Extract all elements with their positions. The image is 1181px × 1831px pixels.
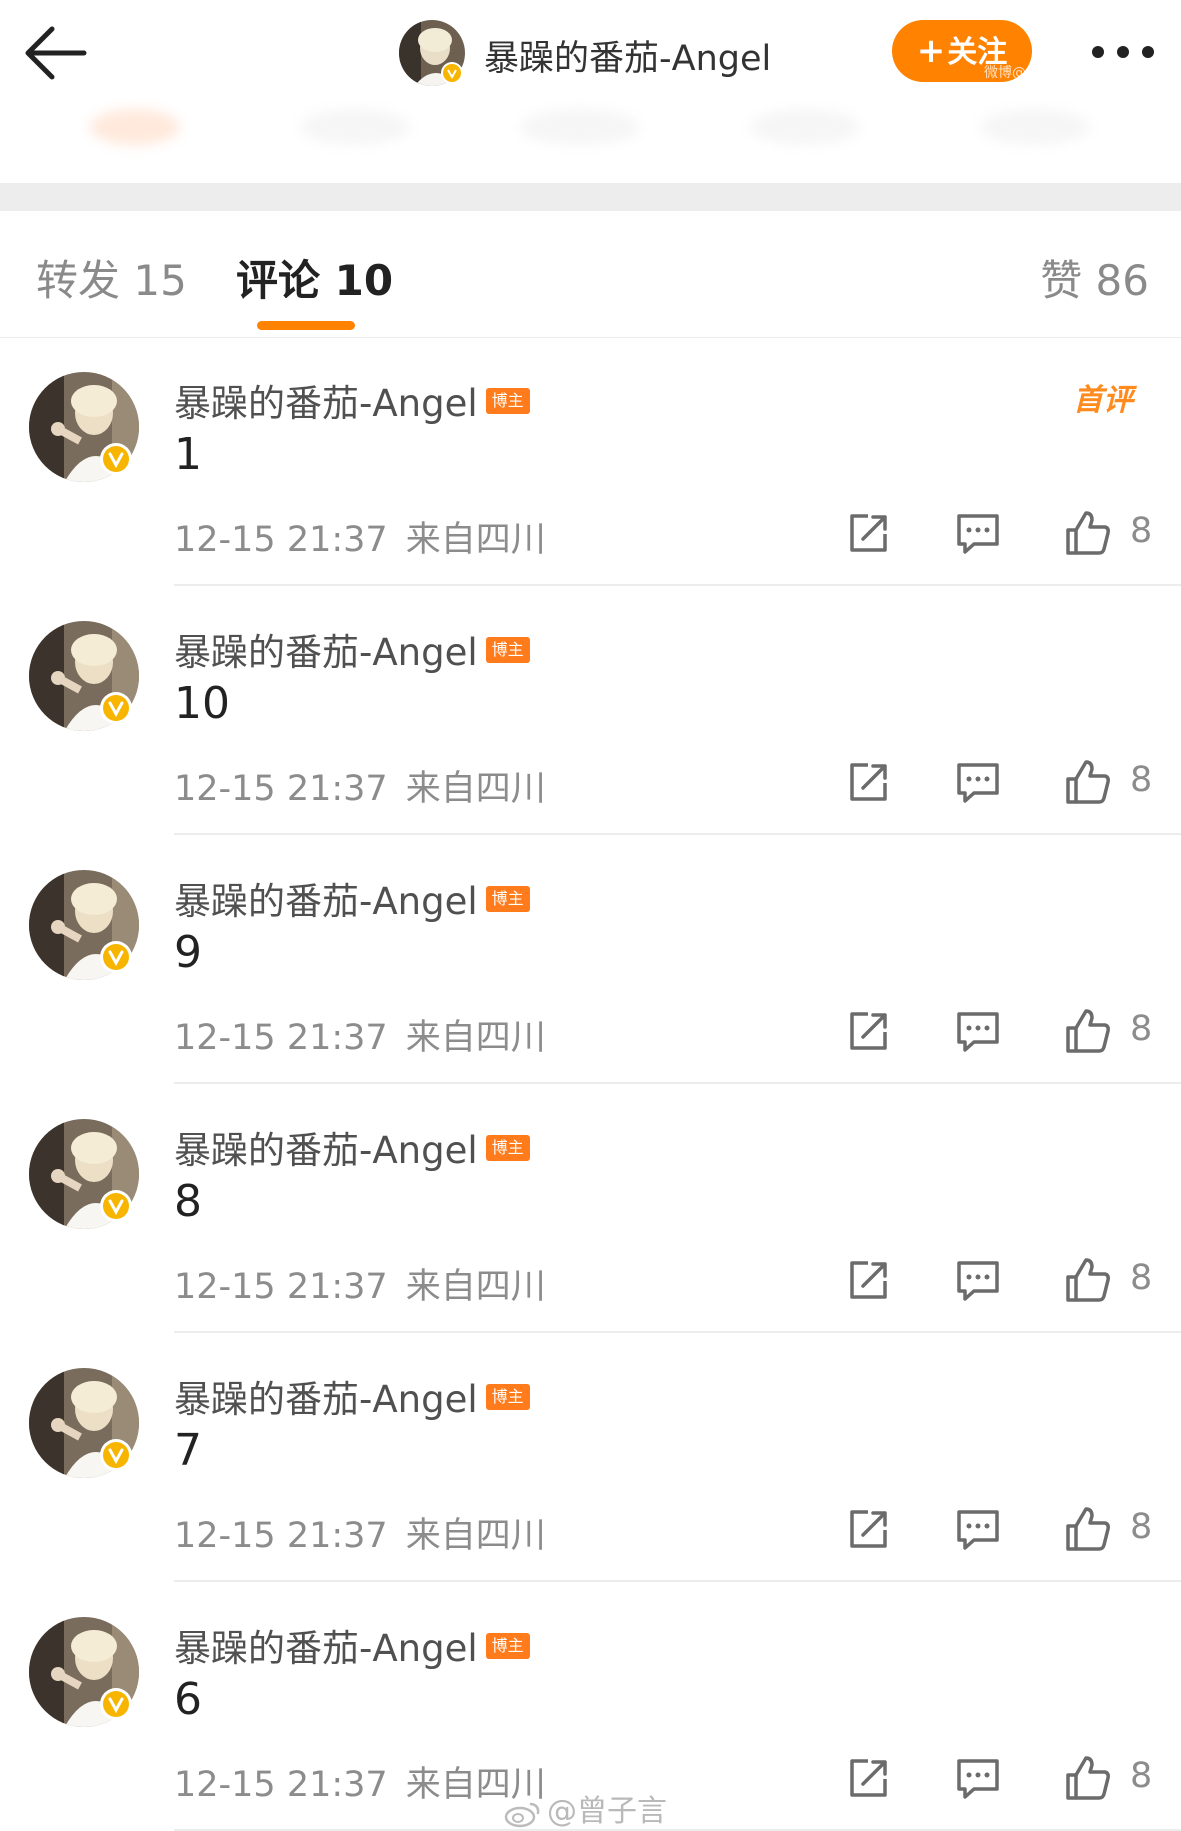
commenter-name[interactable]: 暴躁的番茄-Angel 博主	[174, 622, 530, 676]
comment-meta: 12-15 21:37 来自四川	[174, 1756, 546, 1807]
active-tab-indicator	[257, 321, 355, 330]
commenter-name[interactable]: 暴躁的番茄-Angel 博主	[174, 1618, 530, 1672]
comment-location: 来自四川	[405, 1516, 546, 1556]
comment-item: 暴躁的番茄-Angel 博主 首评 1 12-15 21:37 来自四川 8	[0, 337, 1181, 586]
top-bar: 暴躁的番茄-Angel +关注 微博@	[0, 0, 1181, 116]
comment-item: 暴躁的番茄-Angel 博主 10 12-15 21:37 来自四川 8	[0, 586, 1181, 835]
comment-location: 来自四川	[405, 1267, 546, 1307]
commenter-name-text: 暴躁的番茄-Angel	[174, 382, 478, 425]
comment-date: 12-15 21:37	[174, 1516, 388, 1556]
tab-likes[interactable]: 赞 86	[1040, 247, 1149, 308]
weibo-logo-icon	[504, 1802, 540, 1827]
author-badge: 博主	[485, 885, 530, 912]
comment-date: 12-15 21:37	[174, 769, 388, 809]
plus-icon: +	[916, 31, 946, 71]
comment-location: 来自四川	[405, 520, 546, 560]
comment-date: 12-15 21:37	[174, 1765, 388, 1805]
thumbs-up-icon[interactable]	[1064, 1256, 1112, 1304]
share-icon[interactable]	[844, 1007, 892, 1055]
like-count: 8	[1130, 1756, 1153, 1796]
comment-item: 暴躁的番茄-Angel 博主 7 12-15 21:37 来自四川 8	[0, 1333, 1181, 1582]
author-badge: 博主	[485, 387, 530, 414]
commenter-name[interactable]: 暴躁的番茄-Angel 博主	[174, 373, 530, 427]
commenter-name-text: 暴躁的番茄-Angel	[174, 1378, 478, 1421]
comment-location: 来自四川	[405, 1018, 546, 1058]
commenter-avatar[interactable]	[28, 1616, 140, 1728]
like-count: 8	[1130, 1507, 1153, 1547]
thumbs-up-icon[interactable]	[1064, 1505, 1112, 1553]
commenter-name[interactable]: 暴躁的番茄-Angel 博主	[174, 1120, 530, 1174]
like-count: 8	[1130, 760, 1153, 800]
comment-item: 暴躁的番茄-Angel 博主 8 12-15 21:37 来自四川 8	[0, 1084, 1181, 1333]
comment-text: 7	[174, 1425, 202, 1476]
more-options-icon[interactable]	[1088, 32, 1158, 72]
comment-meta: 12-15 21:37 来自四川	[174, 760, 546, 811]
tab-comments[interactable]: 评论 10	[236, 247, 393, 308]
follow-watermark: 微博@	[984, 65, 1026, 81]
section-divider	[0, 183, 1181, 211]
comment-icon[interactable]	[954, 1007, 1002, 1055]
author-badge: 博主	[485, 1632, 530, 1659]
author-badge: 博主	[485, 1383, 530, 1410]
thumbs-up-icon[interactable]	[1064, 1754, 1112, 1802]
commenter-name-text: 暴躁的番茄-Angel	[174, 880, 478, 923]
comment-text: 1	[174, 429, 202, 480]
commenter-name-text: 暴躁的番茄-Angel	[174, 1129, 478, 1172]
comment-location: 来自四川	[405, 769, 546, 809]
comment-text: 9	[174, 927, 202, 978]
follow-button[interactable]: +关注 微博@	[892, 20, 1032, 82]
share-icon[interactable]	[844, 758, 892, 806]
author-badge: 博主	[485, 636, 530, 663]
thumbs-up-icon[interactable]	[1064, 758, 1112, 806]
share-icon[interactable]	[844, 1256, 892, 1304]
thumbs-up-icon[interactable]	[1064, 509, 1112, 557]
comment-icon[interactable]	[954, 1754, 1002, 1802]
faded-reaction-strip	[0, 109, 1181, 183]
header-title: 暴躁的番茄-Angel	[484, 39, 772, 79]
thumbs-up-icon[interactable]	[1064, 1007, 1112, 1055]
like-count: 8	[1130, 1258, 1153, 1298]
comment-text: 10	[174, 678, 230, 729]
share-icon[interactable]	[844, 1505, 892, 1553]
comment-icon[interactable]	[954, 1505, 1002, 1553]
header-avatar[interactable]	[397, 18, 467, 88]
share-icon[interactable]	[844, 509, 892, 557]
commenter-avatar[interactable]	[28, 371, 140, 483]
comment-meta: 12-15 21:37 来自四川	[174, 1507, 546, 1558]
share-icon[interactable]	[844, 1754, 892, 1802]
like-count: 8	[1130, 1009, 1153, 1049]
author-badge: 博主	[485, 1134, 530, 1161]
like-count: 8	[1130, 511, 1153, 551]
watermark: @曾子言	[503, 1786, 667, 1830]
watermark-text: @曾子言	[547, 1794, 667, 1829]
comment-meta: 12-15 21:37 来自四川	[174, 511, 546, 562]
comment-meta: 12-15 21:37 来自四川	[174, 1009, 546, 1060]
commenter-name-text: 暴躁的番茄-Angel	[174, 631, 478, 674]
commenter-avatar[interactable]	[28, 1367, 140, 1479]
commenter-name[interactable]: 暴躁的番茄-Angel 博主	[174, 871, 530, 925]
first-comment-tag: 首评	[1073, 383, 1133, 418]
comment-item: 暴躁的番茄-Angel 博主 9 12-15 21:37 来自四川 8	[0, 835, 1181, 1084]
comment-text: 8	[174, 1176, 202, 1227]
comment-meta: 12-15 21:37 来自四川	[174, 1258, 546, 1309]
commenter-name-text: 暴躁的番茄-Angel	[174, 1627, 478, 1670]
comment-date: 12-15 21:37	[174, 1018, 388, 1058]
comment-date: 12-15 21:37	[174, 1267, 388, 1307]
comment-icon[interactable]	[954, 758, 1002, 806]
tab-reposts[interactable]: 转发 15	[36, 247, 187, 308]
comment-date: 12-15 21:37	[174, 520, 388, 560]
commenter-name[interactable]: 暴躁的番茄-Angel 博主	[174, 1369, 530, 1423]
commenter-avatar[interactable]	[28, 1118, 140, 1230]
tab-bar: 转发 15 评论 10 赞 86	[0, 211, 1181, 338]
back-arrow-icon[interactable]	[22, 24, 90, 82]
comment-icon[interactable]	[954, 1256, 1002, 1304]
commenter-avatar[interactable]	[28, 620, 140, 732]
comment-text: 6	[174, 1674, 202, 1725]
commenter-avatar[interactable]	[28, 869, 140, 981]
comment-icon[interactable]	[954, 509, 1002, 557]
